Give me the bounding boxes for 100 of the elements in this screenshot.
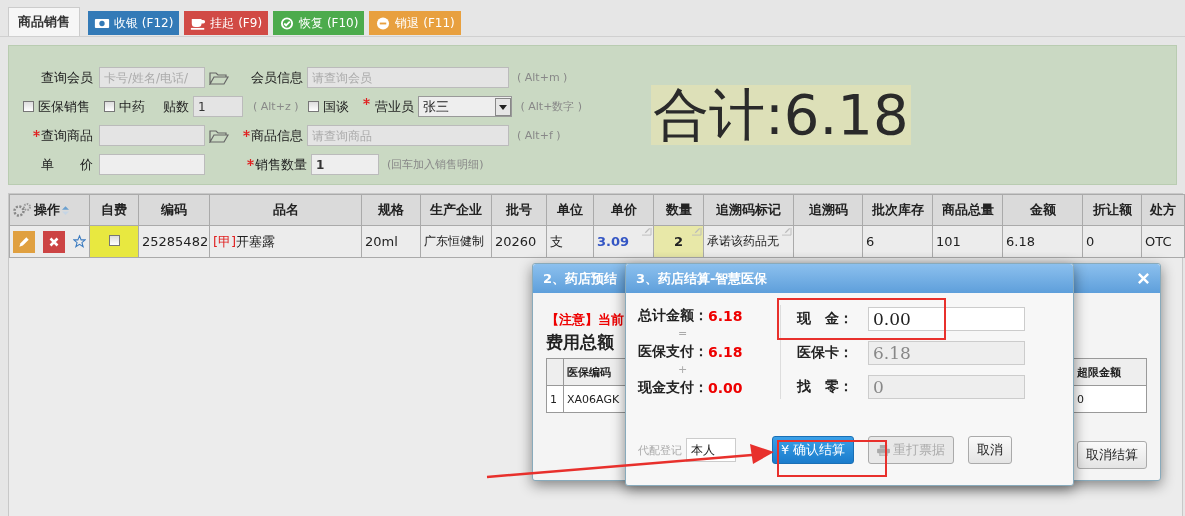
total-amount: 合计:6.18	[651, 85, 911, 145]
shortcut-hint: (回车加入销售明细)	[387, 157, 484, 172]
summary-label: 总计金额：	[638, 307, 708, 325]
checkbox[interactable]	[104, 101, 115, 112]
doses-field[interactable]: 1	[193, 96, 243, 117]
table-cell: 20260	[491, 225, 547, 258]
column-header: 追溯码	[793, 194, 863, 226]
folder-icon[interactable]	[209, 128, 229, 143]
checkbox[interactable]	[108, 235, 120, 246]
payment-label: 找 零：	[797, 378, 854, 396]
column-header: 超限金额	[1073, 358, 1147, 386]
edit-icon	[641, 227, 652, 236]
column-header: 操作	[9, 194, 90, 226]
cash-icon	[94, 16, 110, 30]
payment-field[interactable]: 0.00	[868, 307, 1025, 331]
proxy-select[interactable]: 本人	[686, 438, 736, 462]
shortcut-hint: ( Alt+z )	[253, 100, 299, 113]
column-header: 数量	[653, 194, 704, 226]
column-header: 品名	[209, 194, 362, 226]
quantity-field[interactable]: 1	[311, 154, 379, 175]
field-label: 商品信息	[251, 126, 303, 145]
field-label: 营业员	[375, 97, 415, 116]
dialog-title: 3、药店结算-智慧医保	[636, 269, 768, 288]
column-header: 商品总量	[932, 194, 1003, 226]
table-cell: 广东恒健制	[420, 225, 492, 258]
summary-label: 现金支付：	[638, 379, 708, 397]
action-button[interactable]: 收银 (F12)	[88, 11, 180, 35]
product-search-field[interactable]	[99, 125, 205, 146]
printer-icon	[877, 444, 891, 456]
table-cell[interactable]: 3.09	[593, 225, 654, 258]
checkbox-label: 国谈	[323, 97, 350, 116]
table-cell: 101	[932, 225, 1003, 258]
operator-sign: +	[677, 363, 689, 377]
cup-icon	[190, 16, 207, 30]
minus-circle-icon	[375, 16, 392, 30]
sort-icon[interactable]	[62, 204, 69, 216]
close-icon[interactable]	[1137, 272, 1150, 285]
checkbox-label: 医保销售	[38, 97, 90, 116]
column-header: 折让额	[1082, 194, 1142, 226]
column-header: 处方	[1141, 194, 1185, 226]
checkbox[interactable]	[23, 101, 34, 112]
column-header: 追溯码标记	[703, 194, 794, 226]
summary-label: 医保支付：	[638, 343, 708, 361]
summary-value: 0.00	[708, 380, 743, 396]
checkbox[interactable]	[308, 101, 320, 112]
field-label: 销售数量	[255, 155, 307, 174]
table-cell: 20ml	[361, 225, 421, 258]
summary-value: 6.18	[708, 308, 743, 324]
salesperson-select[interactable]: 张三	[418, 96, 513, 117]
dialog-button[interactable]: 取消	[968, 436, 1013, 464]
field-label: 查询会员	[40, 68, 94, 87]
table-cell: [甲]开塞露	[209, 225, 362, 258]
payment-label: 医保卡：	[797, 344, 854, 362]
column-header: 医保编码	[563, 358, 626, 386]
dropdown-icon	[495, 97, 512, 116]
column-header: 自费	[89, 194, 139, 226]
column-header: 批号	[491, 194, 547, 226]
proxy-label: 代配登记	[638, 442, 682, 458]
notice-text: 【注意】当前	[546, 311, 624, 329]
unit-price-field[interactable]	[99, 154, 205, 175]
edit-icon	[781, 227, 792, 236]
field-label: 贴数	[163, 97, 189, 116]
delete-button[interactable]	[43, 230, 65, 253]
table-cell: 1	[546, 385, 564, 413]
field-label: 会员信息	[250, 68, 303, 87]
column-header: 单位	[546, 194, 594, 226]
shortcut-hint: ( Alt+数字 )	[520, 99, 583, 114]
table-cell[interactable]: 承诺该药品无	[703, 225, 794, 258]
check-circle-icon	[279, 16, 296, 30]
field-label: 单 价	[40, 155, 94, 174]
folder-icon[interactable]	[209, 70, 229, 85]
column-header: 批次库存	[862, 194, 933, 226]
column-header: 编码	[138, 194, 210, 226]
summary-value: 6.18	[708, 344, 743, 360]
payment-label: 现 金：	[797, 310, 854, 328]
field-label: 查询商品	[41, 126, 93, 145]
action-button[interactable]: 挂起 (F9)	[184, 11, 269, 35]
operator-sign: =	[677, 327, 689, 341]
gears-icon	[12, 202, 32, 218]
table-cell: 6	[862, 225, 933, 258]
table-cell: 25285482	[138, 225, 210, 258]
table-cell: 0	[1073, 385, 1147, 413]
dialog-title: 2、药店预结	[543, 269, 618, 288]
table-cell: 0	[1082, 225, 1142, 258]
edit-button[interactable]	[13, 230, 35, 253]
pencil-icon	[17, 234, 31, 249]
star-icon[interactable]	[73, 234, 86, 249]
shortcut-hint: ( Alt+m )	[517, 71, 568, 84]
section-heading: 费用总额	[546, 331, 614, 354]
column-header: 单价	[593, 194, 654, 226]
edit-icon	[691, 227, 702, 236]
checkbox-label: 中药	[119, 97, 145, 116]
column-header: 规格	[361, 194, 421, 226]
table-cell[interactable]: 2	[653, 225, 704, 258]
table-cell: 支	[546, 225, 594, 258]
table-cell: 6.18	[1002, 225, 1083, 258]
shortcut-hint: ( Alt+f )	[517, 129, 561, 142]
sales-tab[interactable]: 商品销售	[8, 7, 80, 36]
cancel-settlement-button[interactable]: 取消结算	[1077, 441, 1147, 469]
column-header: 金额	[1002, 194, 1083, 226]
